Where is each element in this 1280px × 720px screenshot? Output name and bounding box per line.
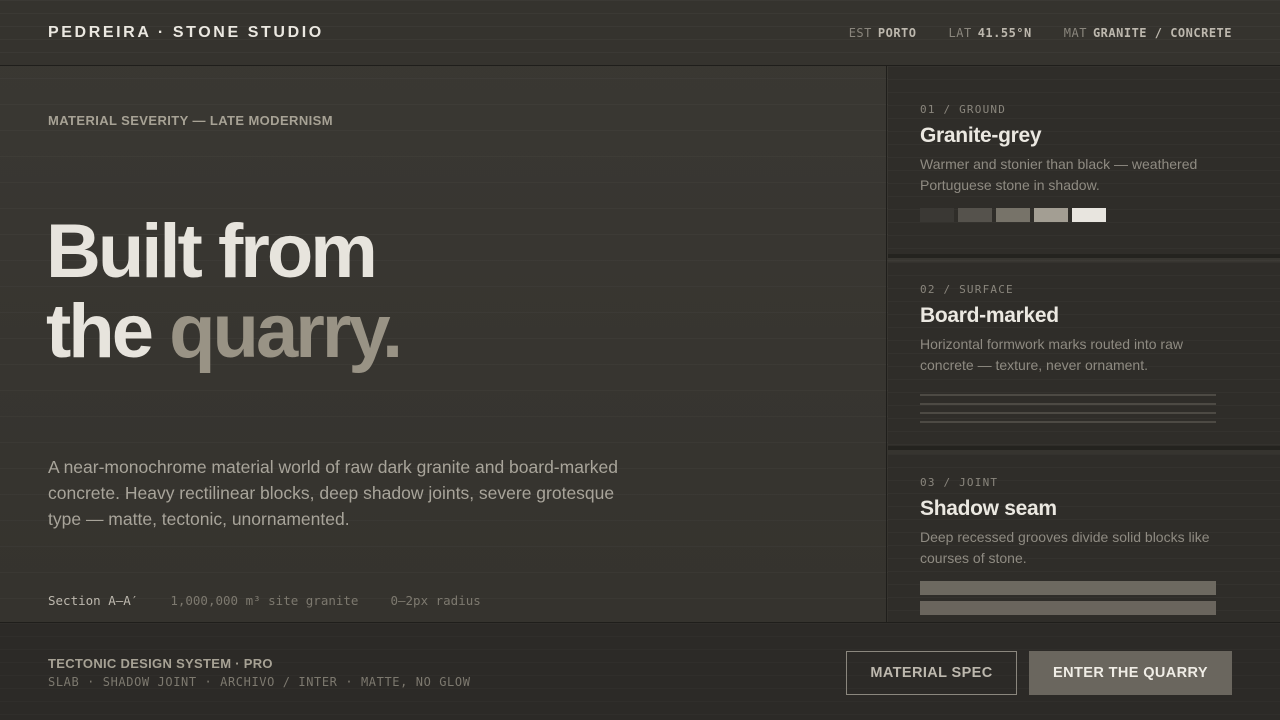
board-line — [920, 394, 1216, 396]
stone-block — [920, 581, 1216, 595]
card-ground: 01 / GROUND Granite-grey Warmer and ston… — [888, 66, 1280, 258]
footer-bar: TECTONIC DESIGN SYSTEM · PRO SLAB · SHAD… — [0, 622, 1280, 720]
page: PEDREIRA · STONE STUDIO EST PORTO LAT 41.5… — [0, 0, 1280, 720]
top-bar: PEDREIRA · STONE STUDIO EST PORTO LAT 41.5… — [0, 0, 1280, 66]
meta-est: EST PORTO — [849, 26, 917, 40]
card-surface: 02 / SURFACE Board-marked Horizontal for… — [888, 262, 1280, 450]
hero-headline: Built from the quarry. — [46, 209, 403, 374]
stone-block — [920, 601, 1216, 615]
meta-est-value: PORTO — [877, 25, 917, 40]
footer-title: TECTONIC DESIGN SYSTEM · PRO — [48, 656, 273, 671]
meta-info: EST PORTO LAT 41.55°N MAT GRANITE / CONCRET… — [849, 26, 1232, 40]
meta-mat-key: MAT — [1063, 25, 1087, 40]
card-description: Deep recessed grooves divide solid block… — [920, 529, 1210, 566]
board-line — [920, 421, 1216, 423]
meta-lat: LAT 41.55°N — [949, 26, 1032, 40]
footer-tags: SLAB · SHADOW JOINT · ARCHIVO / INTER · … — [48, 675, 471, 689]
brand-logo[interactable]: PEDREIRA · STONE STUDIO — [48, 24, 324, 42]
swatch-1 — [920, 208, 954, 222]
swatch-4 — [1034, 208, 1068, 222]
card-number: 02 / SURFACE — [920, 283, 1014, 296]
card-description: Horizontal formwork marks routed into ra… — [920, 336, 1183, 373]
board-line — [920, 403, 1216, 405]
headline-line-1: Built from — [46, 209, 378, 294]
color-swatches — [920, 208, 1106, 222]
card-title: Shadow seam — [920, 497, 1057, 520]
hero-lead: A near-monochrome material world of raw … — [48, 457, 618, 529]
swatch-2 — [958, 208, 992, 222]
meta-mat: MAT GRANITE / CONCRETE — [1064, 26, 1232, 40]
enter-quarry-button[interactable]: ENTER THE QUARRY — [1029, 651, 1232, 695]
shadow-joints — [920, 581, 1216, 615]
hero-section: MATERIAL SEVERITY — LATE MODERNISM Built… — [0, 66, 887, 622]
card-description: Warmer and stonier than black — weathere… — [920, 156, 1198, 193]
card-title: Granite-grey — [920, 124, 1042, 147]
headline-line-2a: the — [46, 289, 154, 374]
material-spec-button[interactable]: MATERIAL SPEC — [846, 651, 1017, 695]
board-marks — [920, 394, 1216, 430]
meta-lat-key: LAT — [948, 25, 972, 40]
material-cards: 01 / GROUND Granite-grey Warmer and ston… — [888, 66, 1280, 622]
headline-accent: quarry. — [169, 289, 403, 374]
card-number: 01 / GROUND — [920, 103, 1007, 116]
hero-eyebrow: MATERIAL SEVERITY — LATE MODERNISM — [48, 113, 333, 128]
swatch-3 — [996, 208, 1030, 222]
card-number: 03 / JOINT — [920, 476, 999, 489]
spec-section: Section A–A′ — [48, 593, 139, 608]
meta-mat-value: GRANITE / CONCRETE — [1092, 25, 1232, 40]
board-line — [920, 412, 1216, 414]
spec-radius: 0–2px radius — [390, 593, 481, 608]
meta-lat-value: 41.55°N — [977, 25, 1032, 40]
meta-est-key: EST — [848, 25, 872, 40]
hero-specs: Section A–A′ 1,000,000 m³ site granite 0… — [48, 593, 481, 608]
card-title: Board-marked — [920, 304, 1059, 327]
swatch-5 — [1072, 208, 1106, 222]
card-joint: 03 / JOINT Shadow seam Deep recessed gro… — [888, 454, 1280, 622]
spec-volume: 1,000,000 m³ site granite — [170, 593, 359, 608]
